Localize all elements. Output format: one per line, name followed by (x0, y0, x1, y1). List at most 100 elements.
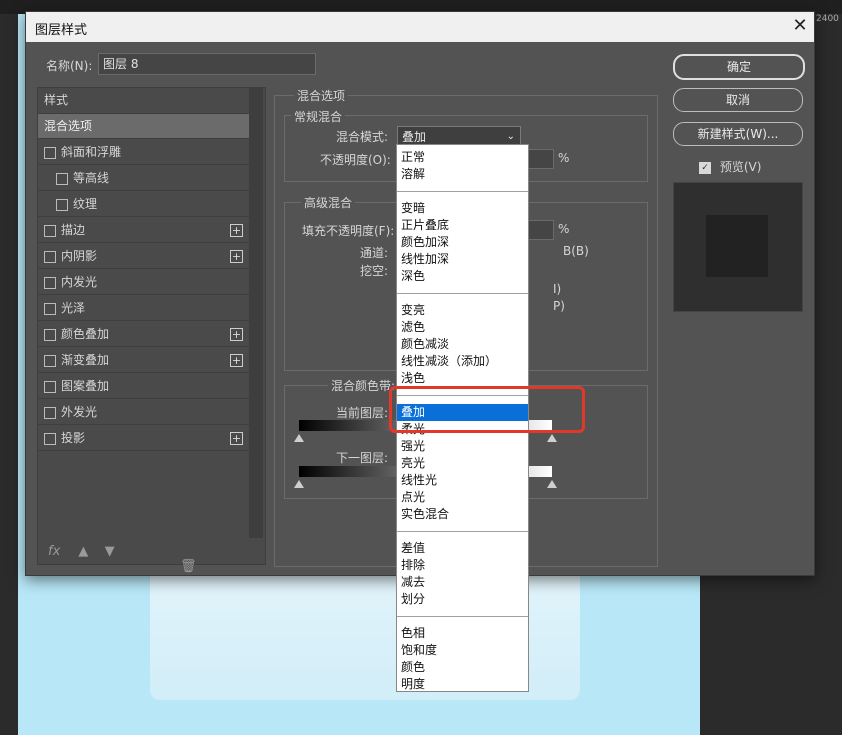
blend-mode-option[interactable]: 溶解 (397, 166, 528, 183)
this-layer-white-slider[interactable] (547, 434, 557, 442)
blend-mode-option[interactable]: 线性加深 (397, 251, 528, 268)
channel-b-checkbox[interactable]: B(B) (563, 244, 589, 258)
blend-mode-option[interactable]: 线性减淡（添加） (397, 353, 528, 370)
this-layer-black-slider[interactable] (294, 434, 304, 442)
blend-mode-option[interactable]: 滤色 (397, 319, 528, 336)
knockout-label: 挖空: (360, 264, 389, 278)
style-preview-thumbnail (673, 182, 803, 312)
add-icon[interactable]: + (230, 250, 243, 263)
blend-mode-select[interactable]: 叠加 ⌄ (397, 126, 521, 146)
style-item[interactable]: 斜面和浮雕 (38, 140, 249, 165)
checkbox[interactable] (44, 146, 56, 159)
blend-mode-option[interactable]: 差值 (397, 540, 528, 557)
blend-mode-option[interactable]: 颜色减淡 (397, 336, 528, 353)
move-up-icon[interactable]: ▲ (78, 544, 88, 559)
layer-name-input[interactable]: 图层 8 (98, 53, 316, 75)
style-item-label: 外发光 (61, 405, 98, 419)
style-item-label: 图案叠加 (61, 379, 110, 393)
style-item[interactable]: 混合选项 (38, 114, 249, 139)
style-item[interactable]: 光泽 (38, 296, 249, 321)
style-item[interactable]: 内发光 (38, 270, 249, 295)
underlying-black-slider[interactable] (294, 480, 304, 488)
cancel-button[interactable]: 取消 (673, 88, 803, 112)
preview-swatch (706, 215, 768, 277)
style-item-label: 等高线 (73, 171, 110, 185)
blend-mode-option[interactable]: 实色混合 (397, 506, 528, 523)
blend-mode-option[interactable]: 饱和度 (397, 642, 528, 659)
style-item-label: 颜色叠加 (61, 327, 110, 341)
menu-separator (397, 616, 528, 617)
blend-mode-option[interactable]: 减去 (397, 574, 528, 591)
checkbox[interactable] (44, 224, 56, 237)
style-item-label: 混合选项 (44, 119, 93, 133)
preview-label: 预览(V) (719, 160, 762, 174)
add-icon[interactable]: + (230, 328, 243, 341)
blend-mode-option[interactable]: 明度 (397, 676, 528, 693)
fx-icon[interactable]: fx (48, 544, 60, 559)
style-item[interactable]: 描边 + (38, 218, 249, 243)
styles-list-scrollbar[interactable] (249, 88, 263, 538)
blend-mode-option[interactable]: 点光 (397, 489, 528, 506)
style-item[interactable]: 渐变叠加 + (38, 348, 249, 373)
checkbox[interactable] (44, 406, 56, 419)
advanced-blending-title: 高级混合 (301, 194, 356, 211)
trash-icon[interactable]: 🗑 (180, 559, 197, 574)
styles-list-panel: 样式 混合选项 斜面和浮雕 等高线 纹理 描边 + 内阴影 + 内发光 光泽 颜色叠加 + 渐变叠加 + 图案… (37, 87, 266, 574)
blend-mode-option[interactable]: 变暗 (397, 200, 528, 217)
blend-mode-option[interactable]: 正常 (397, 149, 528, 166)
style-item-label: 描边 (61, 223, 86, 237)
underlying-white-slider[interactable] (547, 480, 557, 488)
blend-mode-option[interactable]: 亮光 (397, 455, 528, 472)
dialog-title: 图层样式 (35, 23, 88, 38)
ok-button[interactable]: 确定 (673, 54, 805, 80)
channels-label: 通道: (360, 246, 389, 260)
checkbox[interactable] (44, 302, 56, 315)
style-item[interactable]: 等高线 (38, 166, 249, 191)
blend-mode-option[interactable]: 强光 (397, 438, 528, 455)
style-item[interactable]: 外发光 (38, 400, 249, 425)
new-style-button[interactable]: 新建样式(W)... (673, 122, 803, 146)
add-icon[interactable]: + (230, 432, 243, 445)
blend-option-fragment-p[interactable]: P) (553, 299, 565, 313)
checkbox[interactable] (44, 354, 56, 367)
checkbox[interactable] (56, 172, 68, 185)
blending-options-title: 混合选项 (294, 87, 349, 104)
close-icon[interactable]: ✕ (789, 15, 811, 37)
blend-mode-option[interactable]: 浅色 (397, 370, 528, 387)
blend-mode-label: 混合模式: (336, 130, 389, 144)
blend-mode-value: 叠加 (402, 130, 427, 144)
style-item-label: 斜面和浮雕 (61, 145, 122, 159)
style-item[interactable]: 图案叠加 (38, 374, 249, 399)
style-item[interactable]: 纹理 (38, 192, 249, 217)
move-down-icon[interactable]: ▼ (105, 544, 115, 559)
blend-mode-option[interactable]: 色相 (397, 625, 528, 642)
blend-mode-option[interactable]: 划分 (397, 591, 528, 608)
blend-mode-option[interactable]: 排除 (397, 557, 528, 574)
blend-mode-option[interactable]: 线性光 (397, 472, 528, 489)
style-item-label: 投影 (61, 431, 86, 445)
name-label: 名称(N): (46, 59, 93, 73)
checkbox[interactable] (44, 432, 56, 445)
checkbox[interactable] (44, 380, 56, 393)
checkbox[interactable] (56, 198, 68, 211)
add-icon[interactable]: + (230, 354, 243, 367)
blend-mode-option[interactable]: 变亮 (397, 302, 528, 319)
checkbox[interactable] (44, 276, 56, 289)
blend-mode-option[interactable]: 颜色加深 (397, 234, 528, 251)
checkbox[interactable] (44, 250, 56, 263)
preview-checkbox[interactable]: ✓ 预览(V) (699, 158, 761, 175)
style-item[interactable]: 内阴影 + (38, 244, 249, 269)
menu-separator (397, 191, 528, 192)
this-layer-label: 当前图层: (336, 406, 389, 420)
blend-mode-option[interactable]: 深色 (397, 268, 528, 285)
blend-mode-option[interactable]: 正片叠底 (397, 217, 528, 234)
style-item-label: 内发光 (61, 275, 98, 289)
style-item[interactable]: 颜色叠加 + (38, 322, 249, 347)
checkbox[interactable] (44, 328, 56, 341)
dialog-titlebar: 图层样式 ✕ (26, 12, 814, 42)
style-item-label: 渐变叠加 (61, 353, 110, 367)
style-item[interactable]: 投影 + (38, 426, 249, 451)
blend-mode-option[interactable]: 颜色 (397, 659, 528, 676)
blend-option-fragment-i[interactable]: I) (553, 282, 561, 296)
add-icon[interactable]: + (230, 224, 243, 237)
